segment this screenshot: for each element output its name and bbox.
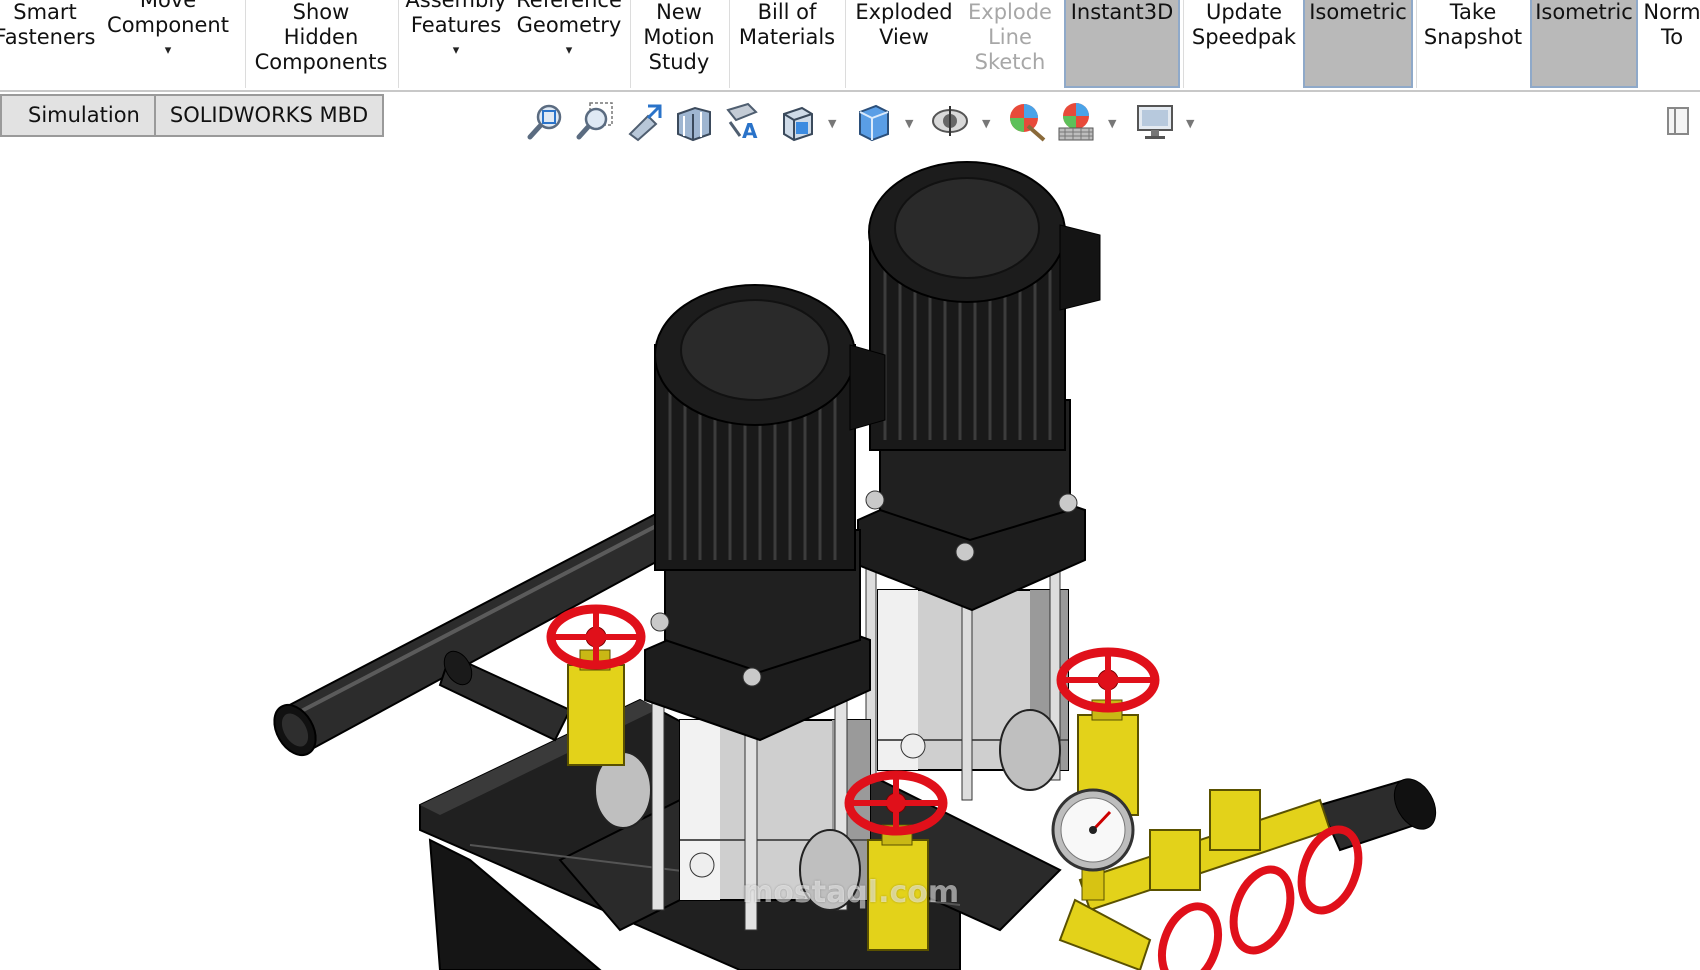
watermark-text: mostaql.com (742, 875, 960, 910)
view-settings-icon[interactable] (1134, 100, 1176, 142)
show-hidden-components-label: Show Hidden Components (254, 0, 388, 74)
ribbon-separator (630, 0, 631, 88)
reference-geometry-dropdown-icon[interactable]: ▾ (566, 44, 573, 58)
view-orientation-dropdown-icon[interactable]: ▼ (828, 117, 836, 130)
new-motion-study-label: New Motion Study (643, 0, 715, 74)
assembly-features-button[interactable]: Assembly Features ▾ (404, 0, 508, 76)
isometric-snapshot-label: Isometric (1535, 0, 1633, 24)
bill-of-materials-button[interactable]: Bill of Materials (735, 0, 839, 88)
new-motion-study-button[interactable]: New Motion Study (636, 0, 722, 88)
previous-view-icon[interactable] (624, 100, 666, 142)
ribbon-separator (845, 0, 846, 88)
assembly-features-dropdown-icon[interactable]: ▾ (453, 44, 460, 58)
isometric-view-label: Isometric (1309, 0, 1407, 24)
move-component-dropdown-icon[interactable]: ▾ (165, 44, 172, 58)
svg-text:A: A (742, 119, 758, 142)
graphics-area-pump-assembly[interactable] (0, 146, 1700, 970)
display-style-icon[interactable] (852, 100, 894, 142)
move-component-label: Move Component (107, 0, 229, 37)
reference-geometry-button[interactable]: Reference Geometry ▾ (514, 0, 624, 76)
view-orientation-icon[interactable] (776, 100, 818, 142)
zoom-to-fit-icon[interactable] (525, 100, 567, 142)
panel-toggle-icon[interactable] (1666, 106, 1692, 136)
take-snapshot-button[interactable]: Take Snapshot (1422, 0, 1524, 88)
hide-show-items-dropdown-icon[interactable]: ▼ (982, 117, 990, 130)
section-view-icon[interactable] (673, 100, 715, 142)
normal-to-button[interactable]: Norm To (1643, 0, 1700, 88)
ribbon-separator (1416, 0, 1417, 88)
edit-appearance-icon[interactable] (1006, 100, 1048, 142)
normal-to-label: Norm To (1643, 0, 1700, 49)
apply-scene-icon[interactable] (1055, 100, 1097, 142)
exploded-view-button[interactable]: Exploded View (851, 0, 957, 88)
take-snapshot-label: Take Snapshot (1423, 0, 1523, 49)
ribbon-separator (1183, 0, 1184, 88)
command-manager-ribbon: Smart Fasteners Move Component ▾ Show Hi… (0, 0, 1700, 92)
update-speedpak-button[interactable]: Update Speedpak (1188, 0, 1300, 88)
ribbon-separator (398, 0, 399, 88)
exploded-view-label: Exploded View (855, 0, 953, 49)
explode-line-sketch-label: Explode Line Sketch (968, 0, 1052, 74)
apply-scene-dropdown-icon[interactable]: ▼ (1108, 117, 1116, 130)
heads-up-view-toolbar: A ▼ ▼ ▼ ▼ ▼ (0, 100, 1700, 146)
instant3d-button[interactable]: Instant3D (1064, 0, 1180, 88)
bill-of-materials-label: Bill of Materials (738, 0, 836, 49)
ribbon-separator (245, 0, 246, 88)
ribbon-separator (729, 0, 730, 88)
zoom-to-area-icon[interactable] (574, 100, 616, 142)
update-speedpak-label: Update Speedpak (1191, 0, 1297, 49)
instant3d-label: Instant3D (1070, 0, 1174, 24)
assembly-features-label: Assembly Features (405, 0, 507, 37)
hide-show-items-icon[interactable] (929, 100, 971, 142)
view-settings-dropdown-icon[interactable]: ▼ (1186, 117, 1194, 130)
isometric-view-button[interactable]: Isometric (1303, 0, 1413, 88)
explode-line-sketch-button[interactable]: Explode Line Sketch (960, 0, 1060, 88)
show-hidden-components-button[interactable]: Show Hidden Components (250, 0, 392, 88)
discharge-pipe (1318, 778, 1437, 852)
dynamic-annotation-view-icon[interactable]: A (722, 100, 764, 142)
branch-pipe (438, 650, 572, 742)
display-style-dropdown-icon[interactable]: ▼ (905, 117, 913, 130)
isometric-snapshot-button[interactable]: Isometric (1530, 0, 1638, 88)
pump-rear (857, 161, 1101, 801)
reference-geometry-label: Reference Geometry (516, 0, 622, 37)
smart-fasteners-label: Smart Fasteners (0, 0, 96, 49)
move-component-button[interactable]: Move Component ▾ (103, 0, 233, 76)
valve-right-upper (1056, 647, 1160, 816)
smart-fasteners-button[interactable]: Smart Fasteners (0, 0, 95, 88)
